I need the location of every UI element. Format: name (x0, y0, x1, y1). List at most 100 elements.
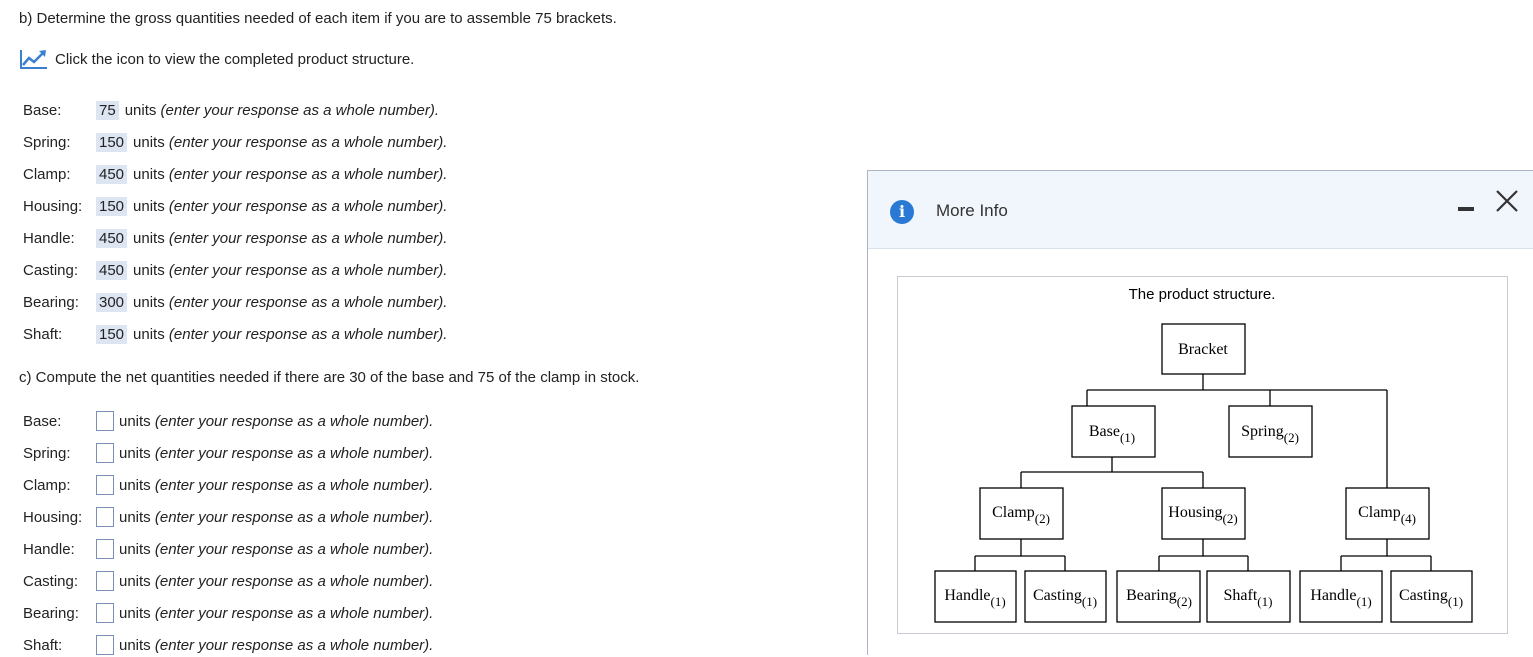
units-word: units (133, 261, 165, 279)
row-label: Shaft: (23, 636, 63, 654)
node-qty: (2) (1223, 511, 1238, 526)
node-name: Casting (1033, 587, 1082, 604)
units-word: units (133, 293, 165, 311)
node-handle-left: Handle(1) (934, 570, 1017, 623)
gross-row-housing: Housing: 150 units (enter your response … (23, 194, 447, 218)
row-label: Spring: (23, 133, 71, 151)
response-hint: (enter your response as a whole number). (154, 604, 434, 622)
dialog-header[interactable]: i More Info (868, 171, 1533, 249)
row-label: Housing: (23, 197, 83, 215)
net-input-spring[interactable] (96, 443, 114, 463)
response-hint: (enter your response as a whole number). (168, 133, 448, 151)
row-label: Casting: (23, 572, 79, 590)
net-input-clamp[interactable] (96, 475, 114, 495)
row-label: Bearing: (23, 604, 79, 622)
gross-row-spring: Spring: 150 units (enter your response a… (23, 130, 447, 154)
close-icon[interactable] (1492, 186, 1522, 216)
node-name: Housing (1168, 504, 1222, 521)
gross-row-clamp: Clamp: 450 units (enter your response as… (23, 162, 447, 186)
row-label: Base: (23, 412, 62, 430)
gross-row-handle: Handle: 450 units (enter your response a… (23, 226, 447, 250)
row-label: Clamp: (23, 165, 71, 183)
question-c-text: c) Compute the net quantities needed if … (19, 369, 640, 386)
node-name: Spring (1241, 423, 1284, 440)
node-qty: (1) (1257, 594, 1272, 609)
node-qty: (1) (1448, 594, 1463, 609)
node-name: Bearing (1126, 587, 1177, 604)
info-icon: i (890, 200, 914, 224)
net-input-handle[interactable] (96, 539, 114, 559)
product-structure-diagram: The product structure. Bracket Base(1) S… (897, 276, 1508, 634)
net-row-shaft: Shaft: units (enter your response as a w… (23, 633, 433, 657)
net-row-clamp: Clamp: units (enter your response as a w… (23, 473, 433, 497)
node-qty: (2) (1035, 511, 1050, 526)
node-casting-left: Casting(1) (1024, 570, 1107, 623)
node-name: Clamp (992, 504, 1035, 521)
net-input-housing[interactable] (96, 507, 114, 527)
net-row-spring: Spring: units (enter your response as a … (23, 441, 433, 465)
response-hint: (enter your response as a whole number). (154, 476, 434, 494)
gross-value-bearing[interactable]: 300 (96, 292, 128, 312)
row-label: Base: (23, 101, 62, 119)
units-word: units (119, 444, 151, 462)
row-label: Spring: (23, 444, 71, 462)
net-input-casting[interactable] (96, 571, 114, 591)
response-hint: (enter your response as a whole number). (154, 572, 434, 590)
net-input-bearing[interactable] (96, 603, 114, 623)
units-word: units (119, 604, 151, 622)
gross-value-housing[interactable]: 150 (96, 196, 128, 216)
node-name: Shaft (1224, 587, 1258, 604)
response-hint: (enter your response as a whole number). (154, 412, 434, 430)
gross-value-handle[interactable]: 450 (96, 228, 128, 248)
gross-value-base[interactable]: 75 (96, 100, 119, 120)
gross-value-shaft[interactable]: 150 (96, 324, 128, 344)
chart-icon[interactable] (19, 48, 49, 70)
node-name: Bracket (1178, 341, 1228, 358)
node-name: Casting (1399, 587, 1448, 604)
net-row-base: Base: units (enter your response as a wh… (23, 409, 433, 433)
node-clamp-2: Clamp(2) (979, 487, 1064, 540)
row-label: Bearing: (23, 293, 79, 311)
node-bracket: Bracket (1161, 323, 1246, 375)
row-label: Casting: (23, 261, 79, 279)
node-casting-right: Casting(1) (1390, 570, 1473, 623)
response-hint: (enter your response as a whole number). (168, 229, 448, 247)
response-hint: (enter your response as a whole number). (168, 325, 448, 343)
net-input-shaft[interactable] (96, 635, 114, 655)
response-hint: (enter your response as a whole number). (154, 444, 434, 462)
node-clamp-4: Clamp(4) (1345, 487, 1430, 540)
response-hint: (enter your response as a whole number). (154, 540, 434, 558)
node-name: Clamp (1358, 504, 1401, 521)
minimize-button[interactable] (1458, 207, 1474, 211)
node-base: Base(1) (1071, 405, 1156, 458)
net-input-base[interactable] (96, 411, 114, 431)
gross-row-casting: Casting: 450 units (enter your response … (23, 258, 447, 282)
gross-value-spring[interactable]: 150 (96, 132, 128, 152)
gross-value-clamp[interactable]: 450 (96, 164, 128, 184)
node-qty: (2) (1284, 430, 1299, 445)
node-qty: (1) (991, 594, 1006, 609)
gross-row-bearing: Bearing: 300 units (enter your response … (23, 290, 447, 314)
node-name: Handle (944, 587, 990, 604)
gross-value-casting[interactable]: 450 (96, 260, 128, 280)
gross-row-base: Base: 75 units (enter your response as a… (23, 98, 439, 122)
node-housing: Housing(2) (1161, 487, 1246, 540)
node-qty: (4) (1401, 511, 1416, 526)
units-word: units (133, 133, 165, 151)
more-info-dialog: i More Info The product structure. Brack… (867, 170, 1533, 655)
hint-row: Click the icon to view the completed pro… (19, 48, 414, 70)
node-name: Base (1089, 423, 1120, 440)
response-hint: (enter your response as a whole number). (154, 508, 434, 526)
node-spring: Spring(2) (1228, 405, 1313, 458)
response-hint: (enter your response as a whole number). (168, 293, 448, 311)
node-shaft: Shaft(1) (1206, 570, 1291, 623)
net-row-casting: Casting: units (enter your response as a… (23, 569, 433, 593)
net-row-bearing: Bearing: units (enter your response as a… (23, 601, 433, 625)
node-handle-right: Handle(1) (1299, 570, 1383, 623)
row-label: Shaft: (23, 325, 63, 343)
node-bearing: Bearing(2) (1116, 570, 1201, 623)
units-word: units (119, 572, 151, 590)
dialog-title: More Info (936, 201, 1008, 220)
net-row-handle: Handle: units (enter your response as a … (23, 537, 433, 561)
units-word: units (119, 476, 151, 494)
